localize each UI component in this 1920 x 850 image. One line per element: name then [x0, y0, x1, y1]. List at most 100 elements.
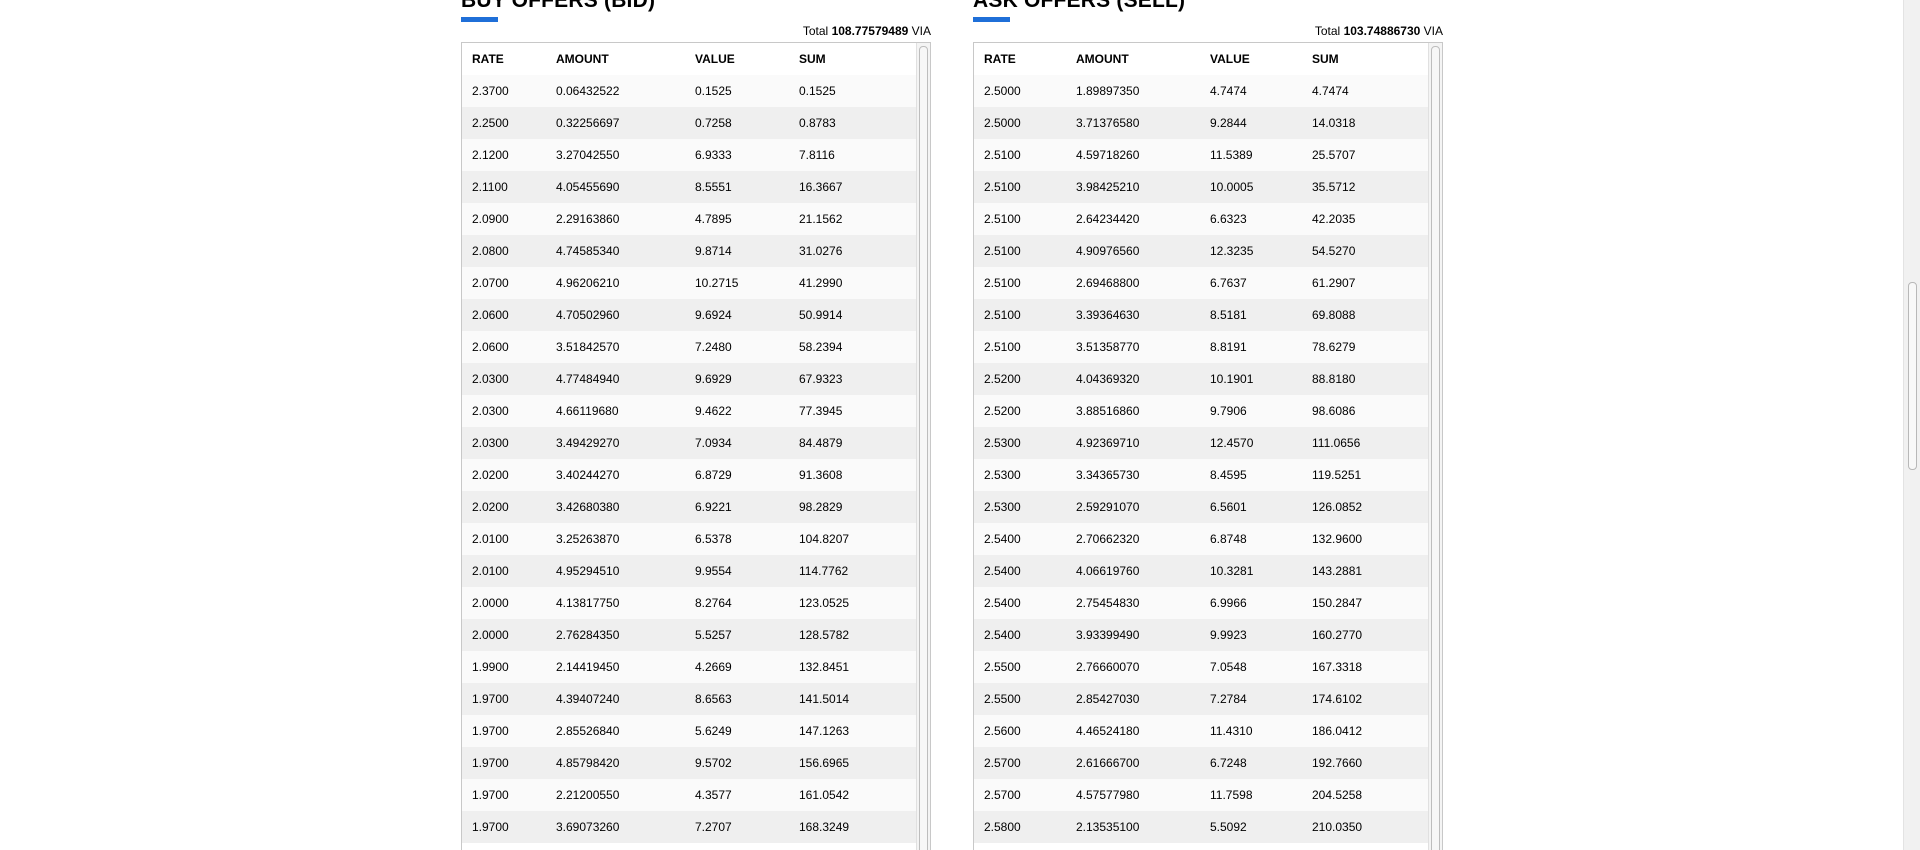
table-row: 2.5200 3.88516860 9.7906 98.6086 [974, 395, 1428, 427]
value-cell: 9.6924 [695, 299, 799, 331]
amount-cell: 2.70662320 [1076, 523, 1210, 555]
rate-cell: 2.0000 [462, 619, 556, 651]
amount-cell: 4.57577980 [1076, 779, 1210, 811]
amount-cell: 0.32256697 [556, 107, 695, 139]
rate-cell: 2.1100 [462, 171, 556, 203]
buy-offers-scrollbar-thumb[interactable] [919, 46, 928, 850]
buy-offers-total-label: Total [802, 24, 829, 38]
amount-cell: 4.74585340 [556, 235, 695, 267]
table-row: 1.9700 2.85526840 5.6249 147.1263 [462, 715, 916, 747]
amount-cell: 4.39407240 [556, 683, 695, 715]
rate-cell: 2.5100 [974, 331, 1076, 363]
amount-cell: 3.71376580 [1076, 107, 1210, 139]
ask-offers-scrollbar-thumb[interactable] [1431, 46, 1440, 850]
table-row: 2.5000 1.89897350 4.7474 4.7474 [974, 75, 1428, 107]
value-cell: 9.7906 [1210, 395, 1312, 427]
sum-cell: 141.5014 [799, 683, 916, 715]
value-cell: 4.3577 [695, 779, 799, 811]
column-header-sum: SUM [1312, 43, 1428, 75]
amount-cell: 3.42680380 [556, 491, 695, 523]
table-row: 2.5500 2.76660070 7.0548 167.3318 [974, 651, 1428, 683]
value-cell: 10.1901 [1210, 363, 1312, 395]
table-row: 1.9700 3.69073260 7.2707 168.3249 [462, 811, 916, 843]
value-cell: 8.5551 [695, 171, 799, 203]
value-cell: 6.6323 [1210, 203, 1312, 235]
sum-cell: 54.5270 [1312, 235, 1428, 267]
rate-cell: 2.5100 [974, 267, 1076, 299]
value-cell: 10.2715 [695, 267, 799, 299]
rate-cell: 2.0700 [462, 267, 556, 299]
value-cell: 4.7474 [1210, 75, 1312, 107]
ask-offers-scrollbar[interactable] [1428, 43, 1442, 850]
value-cell: 7.2480 [695, 331, 799, 363]
column-header-rate: RATE [974, 43, 1076, 75]
table-row: 2.5400 4.06619760 10.3281 143.2881 [974, 555, 1428, 587]
amount-cell: 3.51842570 [556, 331, 695, 363]
amount-cell: 2.13535100 [1076, 811, 1210, 843]
rate-cell: 1.9700 [462, 683, 556, 715]
sum-cell: 114.7762 [799, 555, 916, 587]
table-row: 2.0100 4.95294510 9.9554 114.7762 [462, 555, 916, 587]
sum-cell: 143.2881 [1312, 555, 1428, 587]
sum-cell: 147.1263 [799, 715, 916, 747]
buy-offers-scrollbar[interactable] [916, 43, 930, 850]
value-cell: 8.4595 [1210, 459, 1312, 491]
table-row: 2.0200 3.40244270 6.8729 91.3608 [462, 459, 916, 491]
buy-offers-table-scroll[interactable]: RATE AMOUNT VALUE SUM 2.3700 0.06432522 0.… [462, 43, 916, 850]
value-cell: 9.5702 [695, 747, 799, 779]
value-cell: 7.0548 [1210, 651, 1312, 683]
value-cell: 9.9923 [1210, 619, 1312, 651]
table-row: 2.5400 3.93399490 9.9923 160.2770 [974, 619, 1428, 651]
rate-cell: 2.5000 [974, 107, 1076, 139]
value-cell: 5.6249 [695, 715, 799, 747]
table-row: 2.5100 3.39364630 8.5181 69.8088 [974, 299, 1428, 331]
amount-cell: 3.51358770 [1076, 331, 1210, 363]
buy-offers-table-box: RATE AMOUNT VALUE SUM 2.3700 0.06432522 0.… [461, 42, 931, 850]
rate-cell: 2.5000 [974, 75, 1076, 107]
sum-cell: 69.8088 [1312, 299, 1428, 331]
value-cell: 12.4570 [1210, 427, 1312, 459]
ask-offers-total-unit: VIA [1423, 24, 1443, 38]
rate-cell: 2.5500 [974, 651, 1076, 683]
ask-offers-table-box: RATE AMOUNT VALUE SUM 2.5000 1.89897350 4.… [973, 42, 1443, 850]
sum-cell: 98.2829 [799, 491, 916, 523]
page-scrollbar-thumb[interactable] [1908, 282, 1917, 470]
buy-offers-title-underline [461, 17, 498, 22]
value-cell: 0.7258 [695, 107, 799, 139]
ask-offers-total-label: Total [1314, 24, 1341, 38]
amount-cell: 2.76660070 [1076, 651, 1210, 683]
table-row: 2.5100 3.51358770 8.8191 78.6279 [974, 331, 1428, 363]
sum-cell: 0.8783 [799, 107, 916, 139]
sum-cell: 119.5251 [1312, 459, 1428, 491]
table-row: 2.3700 0.06432522 0.1525 0.1525 [462, 75, 916, 107]
sum-cell: 84.4879 [799, 427, 916, 459]
table-row: 2.5700 2.61666700 6.7248 192.7660 [974, 747, 1428, 779]
order-book-page: BUY OFFERS (BID) Total 108.77579489 VIA … [0, 0, 1920, 850]
value-cell: 7.2784 [1210, 683, 1312, 715]
rate-cell: 2.3700 [462, 75, 556, 107]
value-cell: 6.9966 [1210, 587, 1312, 619]
sum-cell: 126.0852 [1312, 491, 1428, 523]
sum-cell: 132.8451 [799, 651, 916, 683]
value-cell: 9.2844 [1210, 107, 1312, 139]
value-cell: 6.5601 [1210, 491, 1312, 523]
rate-cell: 2.5300 [974, 491, 1076, 523]
ask-offers-table-scroll[interactable]: RATE AMOUNT VALUE SUM 2.5000 1.89897350 4.… [974, 43, 1428, 850]
sum-cell: 0.1525 [799, 75, 916, 107]
sum-cell: 21.1562 [799, 203, 916, 235]
ask-offers-title: ASK OFFERS (SELL) [973, 0, 1186, 12]
rate-cell: 1.9900 [462, 651, 556, 683]
table-row: 2.0900 2.29163860 4.7895 21.1562 [462, 203, 916, 235]
amount-cell: 3.27042550 [556, 139, 695, 171]
amount-cell: 2.75454830 [1076, 587, 1210, 619]
sum-cell: 31.0276 [799, 235, 916, 267]
rate-cell: 2.5100 [974, 299, 1076, 331]
sum-cell: 67.9323 [799, 363, 916, 395]
page-scrollbar[interactable] [1903, 0, 1920, 850]
ask-offers-header-row: RATE AMOUNT VALUE SUM [974, 43, 1428, 75]
rate-cell: 2.5100 [974, 139, 1076, 171]
sum-cell: 25.5707 [1312, 139, 1428, 171]
value-cell: 6.5378 [695, 523, 799, 555]
sum-cell: 7.8116 [799, 139, 916, 171]
amount-cell: 3.34365730 [1076, 459, 1210, 491]
